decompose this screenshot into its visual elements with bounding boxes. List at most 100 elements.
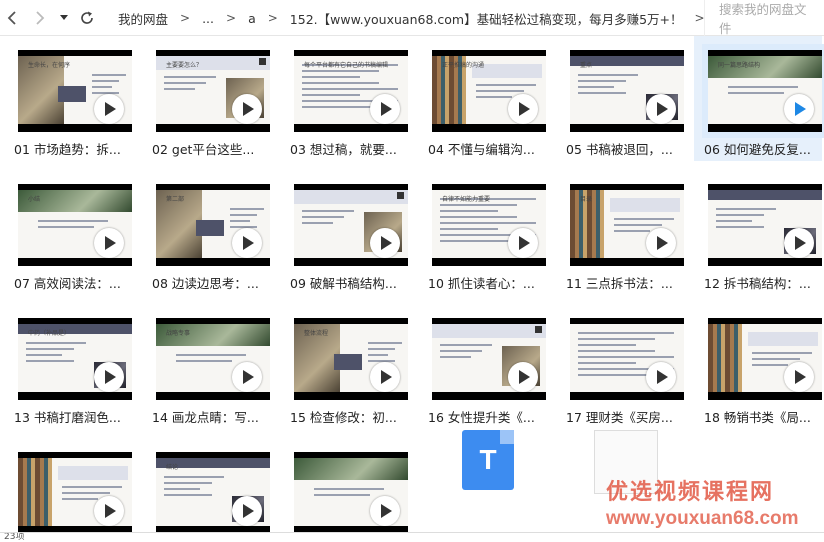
slide-title: 正平推稿的沟通	[442, 62, 485, 69]
video-thumbnail[interactable]	[294, 184, 408, 266]
file-name[interactable]: 14 画龙点睛：写...	[152, 407, 270, 426]
play-icon[interactable]	[784, 228, 814, 258]
video-file-tile[interactable]: 每个平台都有它自己的书稿编辑 03 想过稿，就要...	[280, 36, 408, 161]
video-file-tile[interactable]: 结论	[142, 438, 270, 532]
video-thumbnail[interactable]	[432, 318, 546, 400]
play-icon[interactable]	[232, 228, 262, 258]
video-thumbnail[interactable]: 生命长，在何序	[18, 50, 132, 132]
play-icon[interactable]	[646, 228, 676, 258]
play-icon[interactable]	[232, 496, 262, 526]
video-thumbnail[interactable]	[570, 318, 684, 400]
video-thumbnail[interactable]: 目录	[570, 184, 684, 266]
video-file-tile[interactable]: 重点 05 书稿被退回，...	[556, 36, 684, 161]
breadcrumb-item-ellipsis[interactable]: ...	[202, 11, 214, 26]
video-file-tile[interactable]: 同一篇思路结构 06 如何避免反复...	[694, 36, 824, 161]
video-thumbnail[interactable]	[708, 184, 822, 266]
file-name[interactable]: 11 三点拆书法：...	[566, 273, 684, 292]
file-name[interactable]: 07 高效阅读法：...	[14, 273, 132, 292]
file-name[interactable]: 05 书稿被退回，...	[566, 139, 684, 158]
video-thumbnail[interactable]: 小结	[18, 184, 132, 266]
status-bar: 23项	[0, 532, 824, 542]
play-icon[interactable]	[646, 362, 676, 392]
play-icon[interactable]	[232, 362, 262, 392]
video-file-tile[interactable]	[280, 438, 408, 532]
play-icon[interactable]	[508, 94, 538, 124]
watermark: 优选视频课程网 www.youxuan68.com	[606, 474, 820, 530]
file-name[interactable]: 02 get平台这些...	[152, 139, 270, 158]
play-icon[interactable]	[370, 496, 400, 526]
search-input[interactable]: 搜索我的网盘文件	[704, 0, 816, 36]
file-name[interactable]: 10 抓住读者心：...	[428, 273, 546, 292]
breadcrumb-item-current[interactable]: 152.【www.youxuan68.com】基础轻松过稿变现，每月多赚5万+！	[290, 9, 683, 28]
play-icon[interactable]	[94, 362, 124, 392]
play-icon[interactable]	[370, 228, 400, 258]
play-icon[interactable]	[784, 94, 814, 124]
video-file-tile[interactable]: 17 理财类《买房...	[556, 304, 684, 429]
video-file-tile[interactable]: 中药（补品是） 13 书稿打磨润色...	[4, 304, 132, 429]
video-thumbnail[interactable]: 主要要怎么？	[156, 50, 270, 132]
slide-title: 同一篇思路结构	[718, 62, 761, 69]
video-thumbnail[interactable]: 第二部	[156, 184, 270, 266]
play-icon[interactable]	[94, 94, 124, 124]
play-icon[interactable]	[370, 362, 400, 392]
file-name[interactable]: 12 拆书稿结构：...	[704, 273, 822, 292]
file-name[interactable]: 17 理财类《买房...	[566, 407, 684, 426]
video-thumbnail[interactable]: 整体流程	[294, 318, 408, 400]
slide-title: 第二部	[166, 196, 185, 203]
video-file-tile[interactable]: 第二部 08 边读边思考：...	[142, 170, 270, 295]
video-file-tile[interactable]: 生命长，在何序 01 市场趋势：拆...	[4, 36, 132, 161]
forward-button[interactable]	[30, 6, 50, 30]
video-file-tile[interactable]: 16 女性提升类《...	[418, 304, 546, 429]
video-file-tile[interactable]: 自律不如能力重要 10 抓住读者心：...	[418, 170, 546, 295]
file-name[interactable]: 08 边读边思考：...	[152, 273, 270, 292]
file-name[interactable]: 15 检查修改：初...	[290, 407, 408, 426]
video-file-tile[interactable]: 09 破解书稿结构...	[280, 170, 408, 295]
video-file-tile[interactable]: 主要要怎么？ 02 get平台这些...	[142, 36, 270, 161]
page-fold-icon	[500, 430, 514, 444]
refresh-button[interactable]	[76, 6, 98, 30]
play-icon[interactable]	[370, 94, 400, 124]
play-icon[interactable]	[508, 362, 538, 392]
video-thumbnail[interactable]: 中药（补品是）	[18, 318, 132, 400]
video-file-tile[interactable]: 目录 11 三点拆书法：...	[556, 170, 684, 295]
play-icon[interactable]	[646, 94, 676, 124]
slide-title: 战略专事	[166, 330, 191, 337]
video-file-tile[interactable]: 整体流程 15 检查修改：初...	[280, 304, 408, 429]
watermark-url: www.youxuan68.com	[606, 508, 799, 529]
breadcrumb-item-root[interactable]: 我的网盘	[118, 9, 168, 28]
video-thumbnail[interactable]: 战略专事	[156, 318, 270, 400]
file-name[interactable]: 13 书稿打磨润色...	[14, 407, 132, 426]
video-thumbnail[interactable]	[294, 452, 408, 532]
file-name[interactable]: 18 畅销书类《局...	[704, 407, 822, 426]
video-file-tile[interactable]: 小结 07 高效阅读法：...	[4, 170, 132, 295]
play-icon[interactable]	[94, 228, 124, 258]
play-icon[interactable]	[232, 94, 262, 124]
video-thumbnail[interactable]: 每个平台都有它自己的书稿编辑	[294, 50, 408, 132]
file-name[interactable]: 16 女性提升类《...	[428, 407, 546, 426]
video-file-tile[interactable]: 18 畅销书类《局...	[694, 304, 822, 429]
play-icon[interactable]	[508, 228, 538, 258]
play-icon[interactable]	[94, 496, 124, 526]
breadcrumb-separator: >	[180, 11, 191, 25]
file-name[interactable]: 04 不懂与编辑沟...	[428, 139, 546, 158]
back-button[interactable]	[2, 6, 22, 30]
breadcrumb-item-a[interactable]: a	[248, 11, 256, 26]
video-file-tile[interactable]: 12 拆书稿结构：...	[694, 170, 822, 295]
document-file[interactable]: T	[462, 430, 514, 490]
video-thumbnail[interactable]: 同一篇思路结构	[702, 44, 824, 138]
history-dropdown-button[interactable]	[56, 6, 72, 30]
video-file-tile[interactable]	[4, 438, 132, 532]
video-thumbnail[interactable]	[708, 318, 822, 400]
play-icon[interactable]	[784, 362, 814, 392]
file-name[interactable]: 06 如何避免反复...	[704, 139, 822, 158]
file-name[interactable]: 01 市场趋势：拆...	[14, 139, 132, 158]
file-name[interactable]: 03 想过稿，就要...	[290, 139, 408, 158]
video-thumbnail[interactable]	[18, 452, 132, 532]
video-thumbnail[interactable]: 正平推稿的沟通	[432, 50, 546, 132]
video-file-tile[interactable]: 正平推稿的沟通 04 不懂与编辑沟...	[418, 36, 546, 161]
file-name[interactable]: 09 破解书稿结构...	[290, 273, 408, 292]
video-file-tile[interactable]: 战略专事 14 画龙点睛：写...	[142, 304, 270, 429]
video-thumbnail[interactable]: 结论	[156, 452, 270, 532]
video-thumbnail[interactable]: 重点	[570, 50, 684, 132]
video-thumbnail[interactable]: 自律不如能力重要	[432, 184, 546, 266]
